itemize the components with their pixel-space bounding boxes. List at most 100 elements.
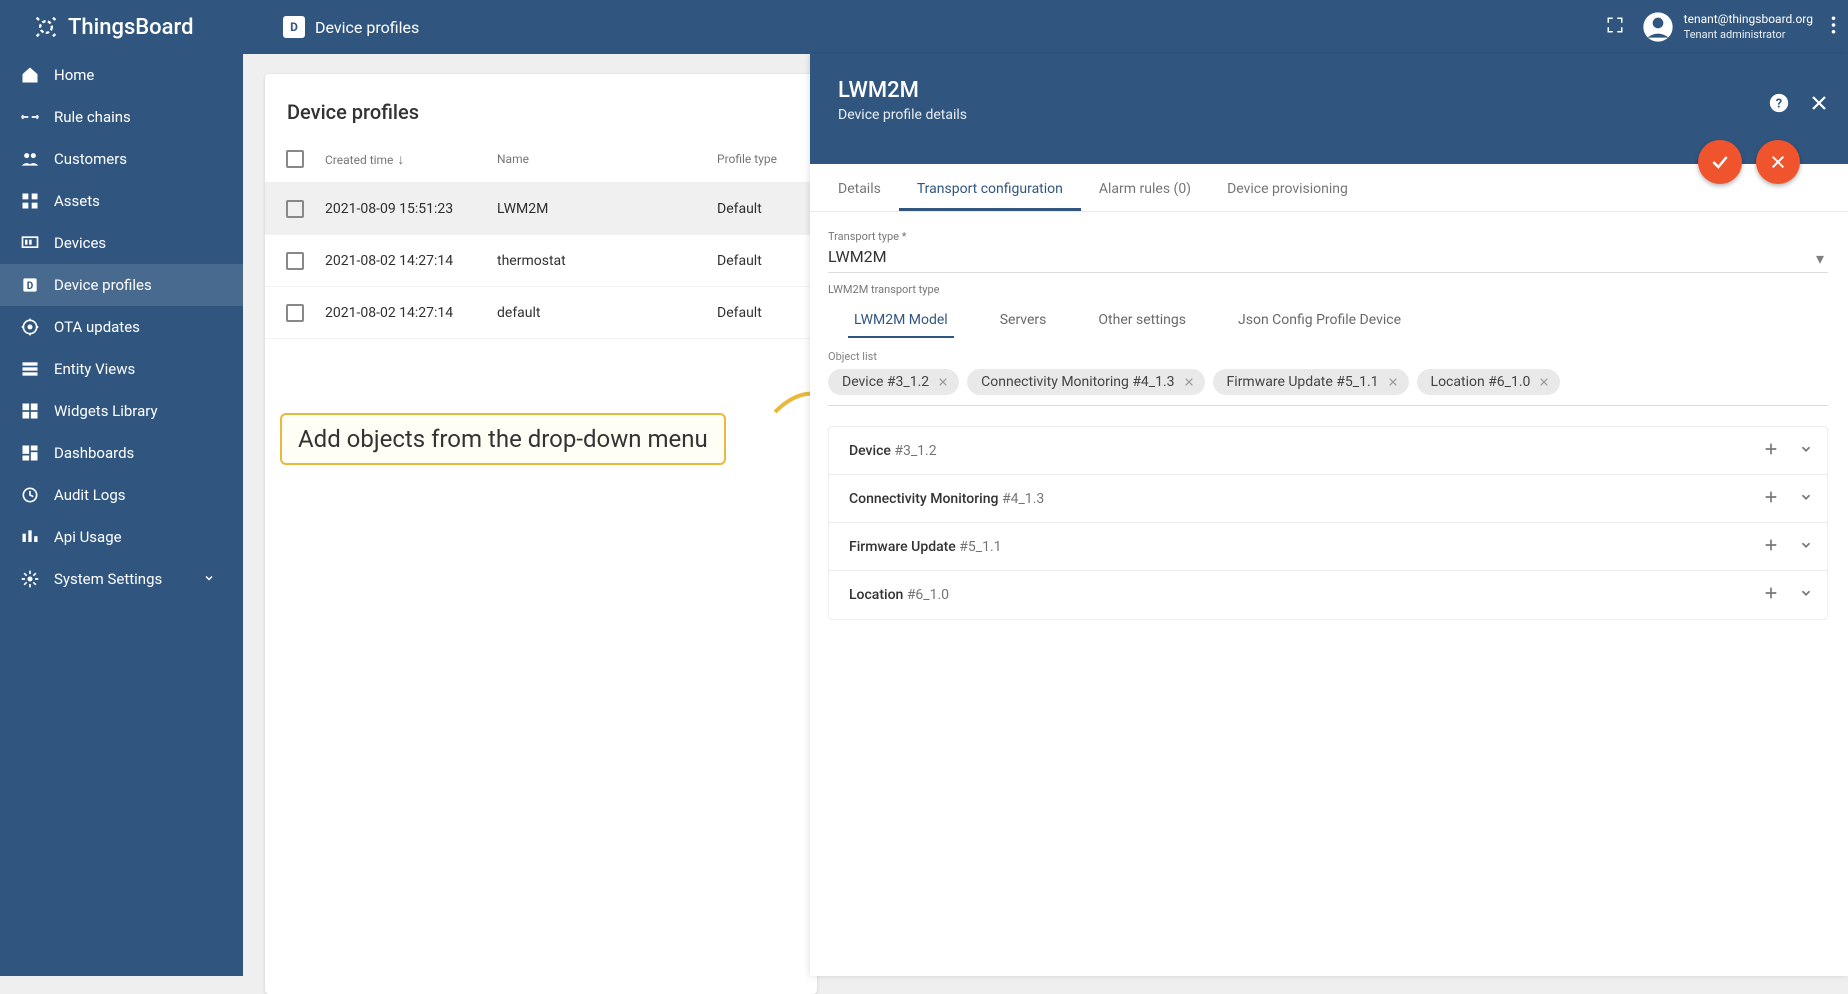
table-row[interactable]: 2021-08-02 14:27:14thermostatDefault: [265, 235, 817, 287]
sort-down-icon: ↓: [397, 152, 404, 168]
more-vert-icon[interactable]: [1831, 16, 1836, 38]
row-checkbox[interactable]: [286, 252, 304, 270]
tab-details[interactable]: Details: [820, 181, 899, 211]
user-avatar-icon: [1642, 11, 1674, 43]
panel-header: LWM2M Device profile details ?: [810, 54, 1848, 164]
panel-title: LWM2M: [838, 78, 1820, 103]
audit-icon: [20, 485, 40, 505]
user-email: tenant@thingsboard.org: [1684, 12, 1813, 28]
row-time: 2021-08-09 15:51:23: [325, 201, 497, 217]
chevron-down-icon[interactable]: [1799, 585, 1813, 605]
device-profiles-card: Device profiles Created time↓ Name Profi…: [265, 74, 817, 994]
row-type: Default: [717, 253, 817, 269]
tab-alarm-rules-0-[interactable]: Alarm rules (0): [1081, 181, 1209, 211]
sidebar-item-home[interactable]: Home: [0, 54, 243, 96]
svg-text:D: D: [27, 281, 34, 292]
chevron-down-icon[interactable]: [1799, 537, 1813, 557]
object-chip[interactable]: Firmware Update #5_1.1: [1213, 369, 1409, 395]
sidebar-item-device-profiles[interactable]: DDevice profiles: [0, 264, 243, 306]
widgets-icon: [20, 401, 40, 421]
row-time: 2021-08-02 14:27:14: [325, 305, 497, 321]
dashboards-icon: [20, 443, 40, 463]
sub-tabs: LWM2M ModelServersOther settingsJson Con…: [828, 302, 1828, 338]
sidebar-item-api-usage[interactable]: Api Usage: [0, 516, 243, 558]
sidebar-item-audit-logs[interactable]: Audit Logs: [0, 474, 243, 516]
sidebar-item-devices[interactable]: Devices: [0, 222, 243, 264]
sidebar-item-system-settings[interactable]: System Settings: [0, 558, 243, 600]
col-time-header[interactable]: Created time↓: [325, 151, 497, 168]
chip-remove-icon[interactable]: [1536, 374, 1552, 390]
add-icon[interactable]: [1763, 585, 1779, 605]
object-chip[interactable]: Location #6_1.0: [1417, 369, 1561, 395]
svg-text:?: ?: [1776, 97, 1782, 112]
subtab-servers[interactable]: Servers: [974, 302, 1073, 338]
devices-icon: [20, 233, 40, 253]
user-block[interactable]: tenant@thingsboard.org Tenant administra…: [1642, 11, 1813, 43]
dropdown-arrow-icon: ▾: [1816, 249, 1824, 268]
panel-subtitle: Device profile details: [838, 107, 1820, 123]
assets-icon: [20, 191, 40, 211]
row-type: Default: [717, 305, 817, 321]
add-icon[interactable]: [1763, 441, 1779, 461]
close-icon[interactable]: [1810, 94, 1828, 116]
sub-label: LWM2M transport type: [828, 283, 1828, 296]
home-icon: [20, 65, 40, 85]
sidebar-item-dashboards[interactable]: Dashboards: [0, 432, 243, 474]
add-icon[interactable]: [1763, 537, 1779, 557]
topbar-right: tenant@thingsboard.org Tenant administra…: [1606, 11, 1836, 43]
table-row[interactable]: 2021-08-09 15:51:23LWM2MDefault: [265, 183, 817, 235]
sidebar-item-entity-views[interactable]: Entity Views: [0, 348, 243, 390]
tab-transport-configuration[interactable]: Transport configuration: [899, 181, 1081, 211]
panel-tabs: DetailsTransport configurationAlarm rule…: [810, 164, 1848, 212]
chip-remove-icon[interactable]: [1181, 374, 1197, 390]
breadcrumb-icon: D: [283, 16, 305, 38]
chip-remove-icon[interactable]: [1385, 374, 1401, 390]
object-row[interactable]: Firmware Update #5_1.1: [829, 523, 1827, 571]
app-name: ThingsBoard: [68, 15, 193, 40]
chip-remove-icon[interactable]: [935, 374, 951, 390]
cancel-button[interactable]: [1756, 140, 1800, 184]
breadcrumb[interactable]: D Device profiles: [243, 16, 419, 38]
subtab-json-config-profile-device[interactable]: Json Config Profile Device: [1212, 302, 1427, 338]
sidebar-item-rule-chains[interactable]: Rule chains: [0, 96, 243, 138]
chevron-down-icon[interactable]: [1799, 489, 1813, 509]
object-chip[interactable]: Device #3_1.2: [828, 369, 959, 395]
customers-icon: [20, 149, 40, 169]
table-header: Created time↓ Name Profile type: [265, 124, 817, 183]
logo-area[interactable]: ThingsBoard: [0, 0, 243, 54]
col-type-header[interactable]: Profile type: [717, 152, 817, 166]
fullscreen-icon[interactable]: [1606, 16, 1624, 38]
col-name-header[interactable]: Name: [497, 152, 717, 166]
sidebar-item-widgets-library[interactable]: Widgets Library: [0, 390, 243, 432]
object-list-label: Object list: [828, 350, 1828, 363]
object-row[interactable]: Location #6_1.0: [829, 571, 1827, 619]
object-row[interactable]: Connectivity Monitoring #4_1.3: [829, 475, 1827, 523]
transport-type-select[interactable]: LWM2M ▾: [828, 243, 1828, 273]
object-row[interactable]: Device #3_1.2: [829, 427, 1827, 475]
chevron-down-icon[interactable]: [1799, 441, 1813, 461]
details-panel: LWM2M Device profile details ? DetailsTr…: [810, 54, 1848, 976]
row-checkbox[interactable]: [286, 200, 304, 218]
sidebar-item-ota-updates[interactable]: OTA updates: [0, 306, 243, 348]
sidebar-item-assets[interactable]: Assets: [0, 180, 243, 222]
api-icon: [20, 527, 40, 547]
sidebar-item-customers[interactable]: Customers: [0, 138, 243, 180]
confirm-button[interactable]: [1698, 140, 1742, 184]
subtab-lwm2m-model[interactable]: LWM2M Model: [828, 302, 974, 338]
user-text: tenant@thingsboard.org Tenant administra…: [1684, 12, 1813, 42]
tab-device-provisioning[interactable]: Device provisioning: [1209, 181, 1366, 211]
add-icon[interactable]: [1763, 489, 1779, 509]
ota-icon: [20, 317, 40, 337]
row-name: LWM2M: [497, 201, 717, 217]
row-checkbox[interactable]: [286, 304, 304, 322]
object-chip[interactable]: Connectivity Monitoring #4_1.3: [967, 369, 1204, 395]
subtab-other-settings[interactable]: Other settings: [1072, 302, 1212, 338]
row-time: 2021-08-02 14:27:14: [325, 253, 497, 269]
row-name: thermostat: [497, 253, 717, 269]
help-icon[interactable]: ?: [1768, 92, 1790, 118]
select-all-checkbox[interactable]: [286, 150, 304, 168]
table-row[interactable]: 2021-08-02 14:27:14defaultDefault: [265, 287, 817, 339]
row-type: Default: [717, 201, 817, 217]
transport-type-label: Transport type *: [828, 230, 1828, 243]
object-chips[interactable]: Device #3_1.2 Connectivity Monitoring #4_…: [828, 369, 1828, 406]
